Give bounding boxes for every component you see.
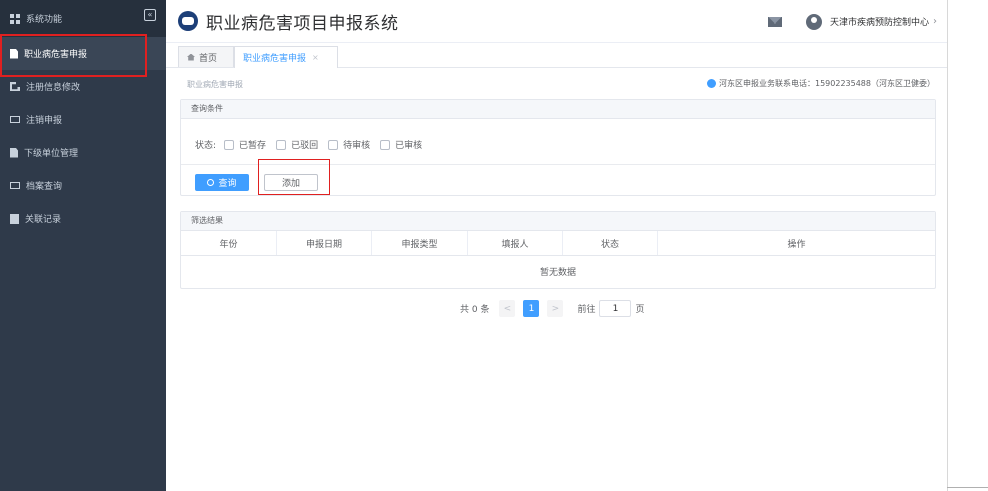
envelope-icon[interactable] [767,16,782,27]
sidebar-item-label: 下级单位管理 [24,149,79,159]
pagination-total: 共 0 条 [460,305,490,315]
add-button[interactable]: 添加 [264,174,318,191]
checkbox-pending[interactable]: 待审核 [328,138,370,151]
checkbox-approved[interactable]: 已审核 [380,138,422,151]
results-panel: 筛选结果 年份 申报日期 申报类型 填报人 状态 操作 暂无数据 [180,211,936,289]
sidebar-header-label: 系统功能 [26,15,63,25]
hotline-text: 河东区申报业务联系电话：15902235488（河东区卫健委） [719,79,935,88]
sidebar-item-related-records[interactable]: 关联记录 [0,202,166,235]
chevron-right-icon[interactable]: › [933,16,937,27]
pagination: 共 0 条 < 1 > 前往 1 页 [460,300,644,317]
sidebar-item-label: 关联记录 [25,215,62,225]
checkbox-rejected[interactable]: 已驳回 [276,138,318,151]
status-label: 状态: [195,141,217,151]
checkbox-box[interactable] [380,139,391,150]
checkbox-label: 已暂存 [239,141,267,151]
column-header-actions[interactable]: 操作 [658,231,935,255]
phone-icon [707,79,716,88]
checkbox-box[interactable] [224,139,235,150]
breadcrumb: 职业病危害申报 [187,80,243,89]
header-user-area: 天津市疾病预防控制中心 › [767,0,947,43]
close-icon[interactable]: × [312,53,319,62]
sidebar-header: 系统功能 « [0,0,166,37]
column-header-status[interactable]: 状态 [563,231,658,255]
search-button-label: 查询 [218,179,237,189]
avatar-icon[interactable] [805,13,822,30]
sidebar: 系统功能 « 职业病危害申报 注册信息修改 注销申报 下级单位管理 档案查询 关… [0,0,166,491]
user-name[interactable]: 天津市疾病预防控制中心 [830,15,929,28]
document-icon [10,48,18,59]
tab-home[interactable]: 首页 [178,46,234,67]
status-filter: 状态: 已暂存 已驳回 待审核 已审核 [195,138,432,151]
tab-label: 职业病危害申报 [243,54,307,64]
next-page-button[interactable]: > [547,300,564,317]
page-suffix: 页 [635,305,645,315]
collapse-icon[interactable]: « [144,9,156,21]
tab-label: 首页 [199,53,218,64]
right-blank-area [947,0,988,491]
sidebar-item-registration-edit[interactable]: 注册信息修改 [0,70,166,103]
mail-icon [10,182,20,189]
query-panel: 查询条件 状态: 已暂存 已驳回 待审核 已审核 查询 添加 [180,99,936,196]
column-header-year[interactable]: 年份 [181,231,277,255]
table-header: 年份 申报日期 申报类型 填报人 状态 操作 [181,231,935,256]
sidebar-item-subordinate-units[interactable]: 下级单位管理 [0,136,166,169]
checkbox-label: 待审核 [343,141,371,151]
mail-icon [10,116,20,123]
sidebar-item-label: 注销申报 [26,116,63,126]
sidebar-item-cancel-report[interactable]: 注销申报 [0,103,166,136]
search-icon [207,179,215,186]
checkbox-label: 已驳回 [291,141,319,151]
list-icon [10,213,19,224]
goto-label: 前往 [577,305,596,315]
home-icon [187,53,195,61]
bottom-rule [947,487,988,488]
grid-icon [10,13,20,24]
column-header-report-date[interactable]: 申报日期 [277,231,372,255]
empty-table-message: 暂无数据 [539,268,576,278]
sidebar-item-occupational-hazard-report[interactable]: 职业病危害申报 [0,37,166,70]
query-panel-title: 查询条件 [181,100,935,119]
column-header-report-type[interactable]: 申报类型 [372,231,468,255]
edit-icon [10,82,20,91]
document-icon [10,147,18,158]
app-header: 职业病危害项目申报系统 天津市疾病预防控制中心 › [166,0,947,43]
divider [181,164,935,165]
app-title: 职业病危害项目申报系统 [206,13,399,34]
checkbox-box[interactable] [276,139,287,150]
tab-bar: 首页 职业病危害申报 × [166,43,947,68]
page-number-current[interactable]: 1 [523,300,540,317]
checkbox-label: 已审核 [395,141,423,151]
checkbox-box[interactable] [328,139,339,150]
prev-page-button[interactable]: < [499,300,516,317]
search-button[interactable]: 查询 [195,174,249,191]
column-header-reporter[interactable]: 填报人 [468,231,563,255]
hotline-info: 河东区申报业务联系电话：15902235488（河东区卫健委） [707,78,935,89]
results-panel-title: 筛选结果 [181,212,935,231]
tab-occupational-hazard-report[interactable]: 职业病危害申报 × [234,46,338,68]
sidebar-item-archive-query[interactable]: 档案查询 [0,169,166,202]
sidebar-item-label: 档案查询 [26,182,63,192]
logo-icon [178,11,198,31]
checkbox-saved[interactable]: 已暂存 [224,138,266,151]
goto-page-input[interactable]: 1 [599,300,632,317]
sidebar-item-label: 职业病危害申报 [24,50,88,60]
sidebar-item-label: 注册信息修改 [26,83,81,93]
